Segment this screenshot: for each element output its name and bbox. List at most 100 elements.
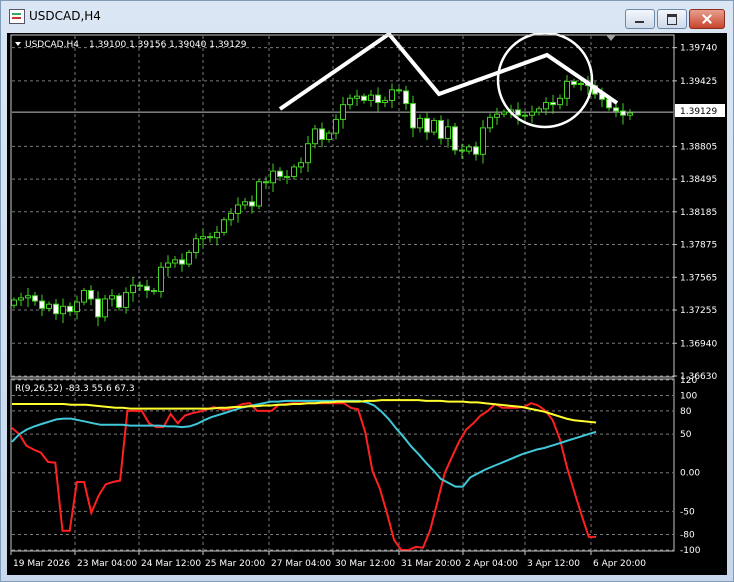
bear-candle <box>39 300 45 309</box>
price-tick-label: 1.38495 <box>680 175 717 185</box>
bull-candle <box>487 116 493 129</box>
bull-candle <box>186 251 192 265</box>
bull-candle <box>46 303 52 309</box>
bear-candle <box>249 201 255 207</box>
candle <box>424 111 430 140</box>
candle <box>74 295 80 320</box>
bear-candle <box>88 289 94 300</box>
time-tick-label: 6 Apr 20:00 <box>593 559 646 569</box>
bear-candle <box>571 80 577 86</box>
window-title: USDCAD,H4 <box>29 9 101 23</box>
candle <box>627 109 633 120</box>
candle <box>536 106 542 116</box>
candle <box>445 119 451 148</box>
candle <box>340 96 346 129</box>
candle <box>60 298 66 323</box>
bull-candle <box>11 299 17 306</box>
candle <box>67 302 73 317</box>
candle <box>620 103 626 125</box>
time-tick-label: 31 Mar 20:00 <box>401 559 461 569</box>
bull-candle <box>18 297 24 301</box>
time-tick-label: 23 Mar 04:00 <box>77 559 137 569</box>
indicator-lines <box>11 399 597 551</box>
bull-candle <box>235 204 241 214</box>
candle <box>368 89 374 107</box>
chart-area[interactable]: USDCAD,H4 1.39100 1.39156 1.39040 1.3912… <box>7 33 727 575</box>
candle <box>193 233 199 259</box>
candle <box>200 228 206 248</box>
candle <box>179 253 185 272</box>
bull-candle <box>291 166 297 177</box>
candle <box>18 292 24 307</box>
bear-candle <box>116 295 122 308</box>
candle <box>235 197 241 223</box>
candle <box>298 157 304 174</box>
bull-candle <box>340 104 346 120</box>
bear-candle <box>207 236 213 239</box>
bull-candle <box>354 95 360 99</box>
bull-candle <box>564 80 570 99</box>
candle <box>550 94 556 114</box>
bull-candle <box>172 259 178 264</box>
bear-candle <box>32 295 38 302</box>
symbol-label: USDCAD,H4 <box>25 40 79 50</box>
dropdown-arrow-icon[interactable] <box>15 42 21 46</box>
bear-candle <box>620 110 626 116</box>
bull-candle <box>102 298 108 318</box>
title-bar[interactable]: USDCAD,H4 <box>1 1 733 31</box>
price-tick-label: 1.36940 <box>680 339 717 349</box>
ohlc-label: 1.39100 1.39156 1.39040 1.39129 <box>89 40 247 50</box>
indicator-tick-label: -50 <box>680 507 695 517</box>
minimize-button[interactable] <box>625 9 655 29</box>
bear-candle <box>179 259 185 265</box>
current-price-badge: 1.39129 <box>675 104 725 117</box>
candle <box>172 255 178 268</box>
candle <box>137 281 143 291</box>
bear-candle <box>144 285 150 291</box>
candle <box>186 249 192 268</box>
candle <box>130 277 136 302</box>
restore-button[interactable] <box>657 9 687 29</box>
circle-drawing[interactable] <box>496 33 594 129</box>
bull-candle <box>81 289 87 303</box>
price-tick-label: 1.39425 <box>680 77 717 87</box>
chart-shift-marker-icon[interactable] <box>606 35 616 41</box>
indicator-line-3 <box>12 399 597 424</box>
indicator-axis: 120 100 80 50 0.00 -50 -80 -100 <box>680 376 701 556</box>
price-chart[interactable]: USDCAD,H4 1.39100 1.39156 1.39040 1.3912… <box>7 33 727 575</box>
bull-candle <box>557 97 563 106</box>
bear-candle <box>396 89 402 92</box>
candles <box>11 74 633 327</box>
indicator-line-2 <box>11 399 597 488</box>
bull-candle <box>256 181 262 207</box>
bear-candle <box>424 117 430 133</box>
bull-candle <box>417 117 423 129</box>
bull-candle <box>347 97 353 106</box>
bull-candle <box>522 114 528 117</box>
close-button[interactable] <box>689 9 725 29</box>
bull-candle <box>536 108 542 113</box>
time-tick-label: 19 Mar 2026 <box>13 559 70 569</box>
bear-candle <box>613 107 619 112</box>
bear-candle <box>263 181 269 184</box>
bear-candle <box>319 128 325 140</box>
candle <box>284 169 290 185</box>
bull-candle <box>214 231 220 239</box>
bull-candle <box>466 146 472 152</box>
bear-candle <box>67 305 73 313</box>
candle <box>354 89 360 107</box>
candle <box>32 291 38 306</box>
bull-candle <box>529 111 535 116</box>
candle <box>228 208 234 226</box>
candle <box>494 107 500 126</box>
candle <box>95 291 101 327</box>
candle <box>81 287 87 306</box>
indicator-tick-label: -80 <box>680 531 695 541</box>
candle <box>102 295 108 322</box>
bull-candle <box>627 112 633 116</box>
bull-candle <box>382 99 388 104</box>
bull-candle <box>501 111 507 115</box>
candle <box>116 293 122 311</box>
candle <box>410 95 416 138</box>
candle <box>557 94 563 110</box>
